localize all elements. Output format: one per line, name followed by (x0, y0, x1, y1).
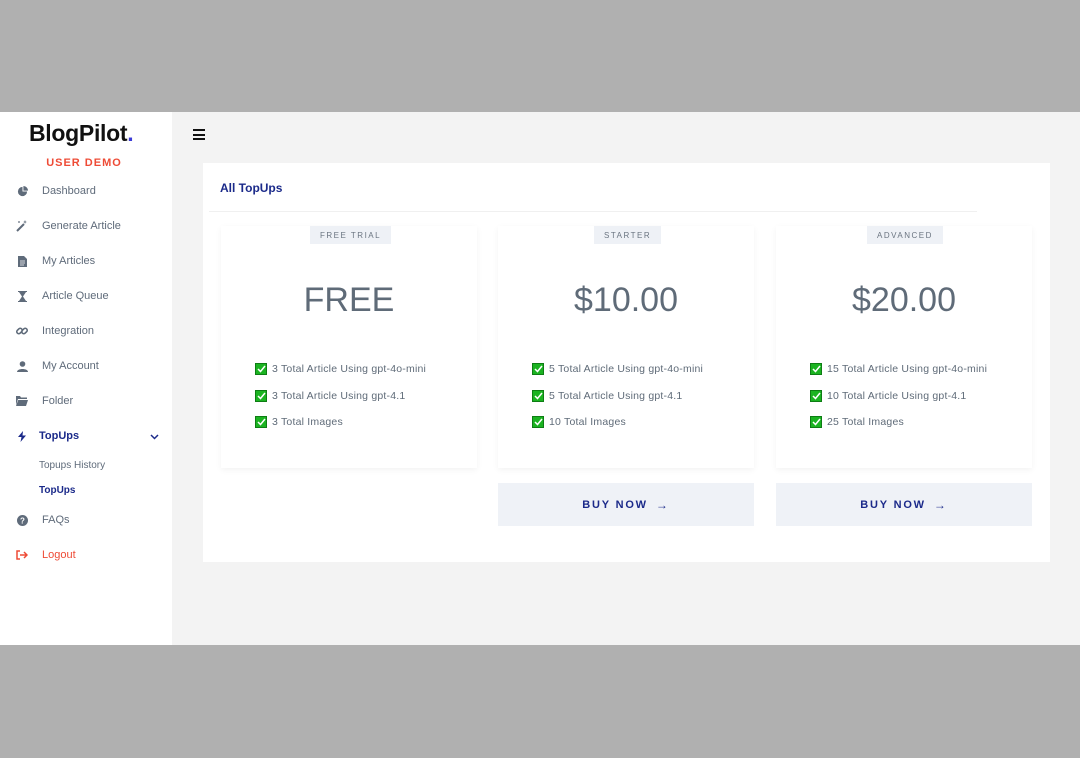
checkbox-icon (810, 416, 822, 428)
plan-feature: 3 Total Images (255, 415, 343, 429)
arrow-right-icon: → (655, 497, 670, 512)
user-icon (15, 359, 29, 373)
sidebar-item-integration[interactable]: Integration (0, 321, 172, 341)
topups-panel: All TopUps FREE TRIAL FREE 3 Total Artic… (203, 163, 1050, 562)
plan-price: $10.00 (574, 281, 678, 319)
plan-feature: 3 Total Article Using gpt-4.1 (255, 389, 405, 403)
question-icon: ? (15, 513, 29, 527)
bolt-icon (15, 429, 29, 443)
folder-icon (15, 394, 29, 408)
magic-wand-icon (15, 219, 29, 233)
plan-feature: 15 Total Article Using gpt-4o-mini (810, 362, 987, 376)
sidebar-item-label: My Account (42, 360, 99, 372)
plan-badge: ADVANCED (867, 226, 943, 244)
sidebar-subitem-topups[interactable]: TopUps (39, 485, 75, 496)
menu-toggle-icon[interactable] (193, 129, 205, 140)
arrow-right-icon: → (933, 497, 948, 512)
buy-now-button-starter[interactable]: BUY NOW → (498, 483, 754, 526)
sidebar-item-label: Logout (42, 549, 76, 561)
sidebar-item-label: Integration (42, 325, 94, 337)
page-title: All TopUps (220, 181, 283, 195)
sidebar-item-label: TopUps (39, 430, 80, 442)
sidebar-subitem-topups-history[interactable]: Topups History (39, 460, 105, 471)
checkbox-icon (532, 390, 544, 402)
plan-feature: 5 Total Article Using gpt-4o-mini (532, 362, 703, 376)
checkbox-icon (532, 416, 544, 428)
hourglass-icon (15, 289, 29, 303)
sidebar-item-folder[interactable]: Folder (0, 391, 172, 411)
sidebar-item-label: Dashboard (42, 185, 96, 197)
plan-card-advanced: ADVANCED $20.00 15 Total Article Using g… (776, 226, 1032, 468)
plan-card-starter: STARTER $10.00 5 Total Article Using gpt… (498, 226, 754, 468)
pie-chart-icon (15, 184, 29, 198)
sidebar-item-my-account[interactable]: My Account (0, 356, 172, 376)
plan-price: $20.00 (852, 281, 956, 319)
brand-logo[interactable]: BlogPilot. (29, 120, 134, 147)
checkbox-icon (810, 363, 822, 375)
checkbox-icon (532, 363, 544, 375)
logout-icon (15, 548, 29, 562)
sidebar-item-dashboard[interactable]: Dashboard (0, 181, 172, 201)
main-content: All TopUps FREE TRIAL FREE 3 Total Artic… (172, 112, 1080, 645)
chevron-down-icon[interactable] (150, 427, 159, 445)
plan-price: FREE (303, 281, 395, 319)
sidebar-item-logout[interactable]: Logout (0, 545, 172, 565)
plan-feature: 5 Total Article Using gpt-4.1 (532, 389, 682, 403)
sidebar-item-label: Generate Article (42, 220, 121, 232)
sidebar-item-topups[interactable]: TopUps (0, 426, 172, 446)
plan-badge: FREE TRIAL (310, 226, 392, 244)
plan-badge: STARTER (594, 226, 662, 244)
checkbox-icon (255, 390, 267, 402)
sidebar-item-article-queue[interactable]: Article Queue (0, 286, 172, 306)
svg-text:?: ? (20, 516, 25, 525)
sidebar-item-label: My Articles (42, 255, 96, 267)
checkbox-icon (810, 390, 822, 402)
plan-feature: 25 Total Images (810, 415, 904, 429)
document-icon (15, 254, 29, 268)
plan-feature: 10 Total Article Using gpt-4.1 (810, 389, 966, 403)
buy-now-button-advanced[interactable]: BUY NOW → (776, 483, 1032, 526)
sidebar-item-my-articles[interactable]: My Articles (0, 251, 172, 271)
divider (209, 211, 977, 212)
plan-feature: 3 Total Article Using gpt-4o-mini (255, 362, 426, 376)
sidebar-item-faqs[interactable]: ? FAQs (0, 510, 172, 530)
link-icon (15, 324, 29, 338)
app-window: BlogPilot. USER DEMO Dashboard Generate … (0, 112, 1080, 645)
sidebar-item-label: FAQs (42, 514, 70, 526)
sidebar: BlogPilot. USER DEMO Dashboard Generate … (0, 112, 172, 645)
user-demo-label: USER DEMO (46, 157, 122, 169)
checkbox-icon (255, 363, 267, 375)
sidebar-item-label: Article Queue (42, 290, 109, 302)
checkbox-icon (255, 416, 267, 428)
sidebar-item-generate-article[interactable]: Generate Article (0, 216, 172, 236)
plan-card-free-trial: FREE TRIAL FREE 3 Total Article Using gp… (221, 226, 477, 468)
plan-feature: 10 Total Images (532, 415, 626, 429)
sidebar-item-label: Folder (42, 395, 74, 407)
